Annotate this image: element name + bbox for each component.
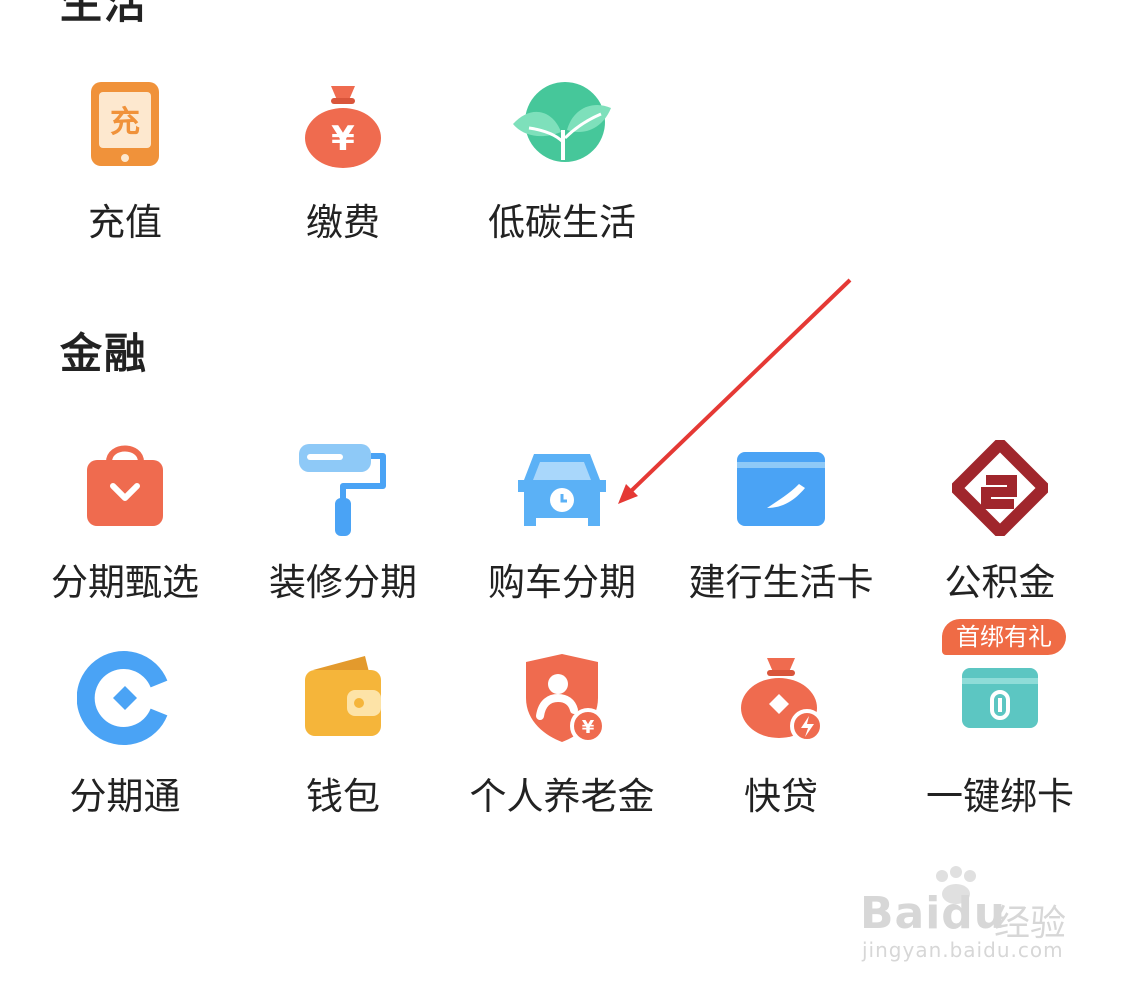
annotation-arrow-icon — [618, 278, 852, 504]
baidu-jingyan-watermark: Baidu 经验 jingyan.baidu.com — [860, 866, 1080, 966]
watermark-url: jingyan.baidu.com — [862, 938, 1064, 962]
watermark-logo: Baidu — [860, 888, 1007, 939]
